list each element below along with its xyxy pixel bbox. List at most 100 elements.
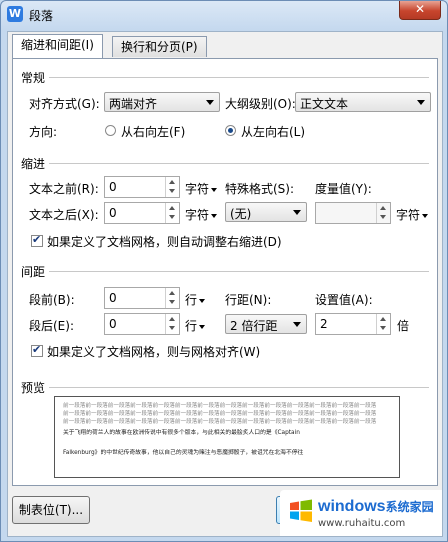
preview-line: Falkenburg》的中世纪传奇故事，他以自己的灵魂为赌注与恶魔掷骰子，被诅咒… (63, 450, 304, 456)
section-indent-title: 缩进 (21, 157, 46, 171)
indent-grid-label[interactable]: 如果定义了文档网格，则自动调整右缩进(D) (47, 233, 282, 250)
wps-app-icon: W (7, 6, 23, 22)
dialog-client: 缩进和间距(I) 换行和分页(P) 常规 对齐方式(G): 两端对齐 大纲级别(… (7, 31, 443, 537)
watermark: windows系统家园 www.ruhaitu.com (280, 490, 442, 536)
outline-level-value: 正文文本 (300, 97, 349, 111)
section-spacing-title: 间距 (21, 265, 46, 279)
chevron-down-icon (293, 322, 301, 327)
chevron-down-icon (417, 100, 425, 105)
indent-before-stepper[interactable]: 0 (104, 176, 180, 198)
special-format-label: 特殊格式(S): (225, 182, 295, 196)
stepper-buttons[interactable] (165, 177, 179, 197)
close-button[interactable]: ✕ (399, 1, 441, 20)
section-general-title: 常规 (21, 71, 46, 85)
chevron-down-icon (293, 210, 301, 215)
special-format-value: (无) (230, 207, 252, 221)
line-spacing-value: 2 倍行距 (230, 319, 278, 333)
indent-after-unit-text: 字符 (185, 208, 210, 222)
line-spacing-select[interactable]: 2 倍行距 (225, 314, 307, 334)
space-after-unit[interactable]: 行 (185, 317, 206, 334)
indent-before-label: 文本之前(R): (29, 182, 99, 196)
tab-stops-button[interactable]: 制表位(T)... (12, 496, 90, 524)
ltr-radio[interactable] (225, 125, 236, 136)
tab-indent-spacing[interactable]: 缩进和间距(I) (12, 34, 103, 58)
space-before-unit[interactable]: 行 (185, 291, 206, 308)
space-before-label: 段前(B): (29, 293, 75, 307)
indent-after-value: 0 (109, 206, 117, 220)
preview-line: 前一段落前一段落前一段落前一段落前一段落前一段落前一段落前一段落前一段落前一段落… (63, 419, 377, 425)
setting-value-label: 设置值(A): (315, 293, 373, 307)
spin-down-icon[interactable] (169, 300, 175, 304)
preview-line: 关于飞翔的荷兰人的故事在欧洲传说中有很多个版本，与此相关的最脍炙人口的是《Cap… (63, 430, 300, 436)
chevron-down-icon (211, 213, 218, 218)
space-before-stepper[interactable]: 0 (104, 287, 180, 309)
stepper-buttons[interactable] (376, 314, 390, 334)
spin-up-icon[interactable] (169, 206, 175, 210)
tab-line-page-breaks[interactable]: 换行和分页(P) (112, 36, 207, 57)
stepper-buttons[interactable] (165, 314, 179, 334)
indent-before-unit[interactable]: 字符 (185, 180, 218, 197)
outline-level-select[interactable]: 正文文本 (295, 92, 431, 112)
space-after-stepper[interactable]: 0 (104, 313, 180, 335)
alignment-label: 对齐方式(G): (29, 97, 100, 111)
spin-down-icon[interactable] (380, 215, 386, 219)
measure-unit[interactable]: 字符 (396, 206, 429, 223)
chevron-down-icon (206, 100, 214, 105)
stepper-buttons[interactable] (376, 203, 390, 223)
paragraph-preview: 前一段落前一段落前一段落前一段落前一段落前一段落前一段落前一段落前一段落前一段落… (54, 396, 400, 478)
spin-down-icon[interactable] (169, 326, 175, 330)
ltr-label[interactable]: 从左向右(L) (241, 123, 305, 140)
watermark-url: www.ruhaitu.com (318, 518, 406, 529)
divider (49, 77, 429, 78)
preview-line: 前一段落前一段落前一段落前一段落前一段落前一段落前一段落前一段落前一段落前一段落… (63, 411, 377, 417)
chevron-down-icon (211, 187, 218, 192)
spin-up-icon[interactable] (380, 206, 386, 210)
special-format-select[interactable]: (无) (225, 202, 307, 222)
setting-value-stepper[interactable]: 2 (315, 313, 391, 335)
spin-down-icon[interactable] (169, 189, 175, 193)
spin-up-icon[interactable] (169, 291, 175, 295)
watermark-brand: windows系统家园 (318, 498, 434, 516)
spin-up-icon[interactable] (380, 317, 386, 321)
alignment-value: 两端对齐 (109, 97, 158, 111)
windows-logo-icon (290, 499, 312, 522)
outline-level-label: 大纲级别(O): (225, 97, 296, 111)
space-before-value: 0 (109, 291, 117, 305)
preview-line: 前一段落前一段落前一段落前一段落前一段落前一段落前一段落前一段落前一段落前一段落… (63, 403, 377, 409)
rtl-radio[interactable] (105, 125, 116, 136)
spin-down-icon[interactable] (380, 326, 386, 330)
indent-before-unit-text: 字符 (185, 182, 210, 196)
direction-label: 方向: (29, 125, 58, 139)
indent-after-stepper[interactable]: 0 (104, 202, 180, 224)
measure-label: 度量值(Y): (315, 182, 372, 196)
check-icon: ✔ (32, 233, 42, 246)
dialog-title: 段落 (29, 9, 54, 23)
rtl-label[interactable]: 从右向左(F) (121, 123, 185, 140)
stepper-buttons[interactable] (165, 288, 179, 308)
setting-value-unit: 倍 (397, 319, 410, 333)
space-after-value: 0 (109, 317, 117, 331)
spacing-grid-label[interactable]: 如果定义了文档网格，则与网格对齐(W) (47, 343, 260, 360)
watermark-brand-text: windows (318, 498, 386, 515)
space-after-label: 段后(E): (29, 319, 74, 333)
divider (49, 163, 429, 164)
paragraph-dialog: W 段落 ✕ 缩进和间距(I) 换行和分页(P) 常规 对齐方式(G): 两端对… (0, 0, 448, 542)
measure-stepper[interactable] (315, 202, 391, 224)
alignment-select[interactable]: 两端对齐 (104, 92, 220, 112)
stepper-buttons[interactable] (165, 203, 179, 223)
spacing-grid-checkbox[interactable]: ✔ (31, 343, 43, 357)
title-bar[interactable]: W 段落 ✕ (1, 1, 447, 29)
line-spacing-label: 行距(N): (225, 293, 272, 307)
setting-value: 2 (320, 317, 328, 331)
chevron-down-icon (199, 298, 206, 303)
watermark-sub: 系统家园 (385, 500, 434, 514)
indent-grid-checkbox[interactable]: ✔ (31, 233, 43, 247)
divider (49, 271, 429, 272)
indent-after-label: 文本之后(X): (29, 208, 99, 222)
spin-up-icon[interactable] (169, 317, 175, 321)
spin-up-icon[interactable] (169, 180, 175, 184)
spin-down-icon[interactable] (169, 215, 175, 219)
check-icon: ✔ (32, 343, 42, 356)
divider (49, 387, 429, 388)
indent-after-unit[interactable]: 字符 (185, 206, 218, 223)
